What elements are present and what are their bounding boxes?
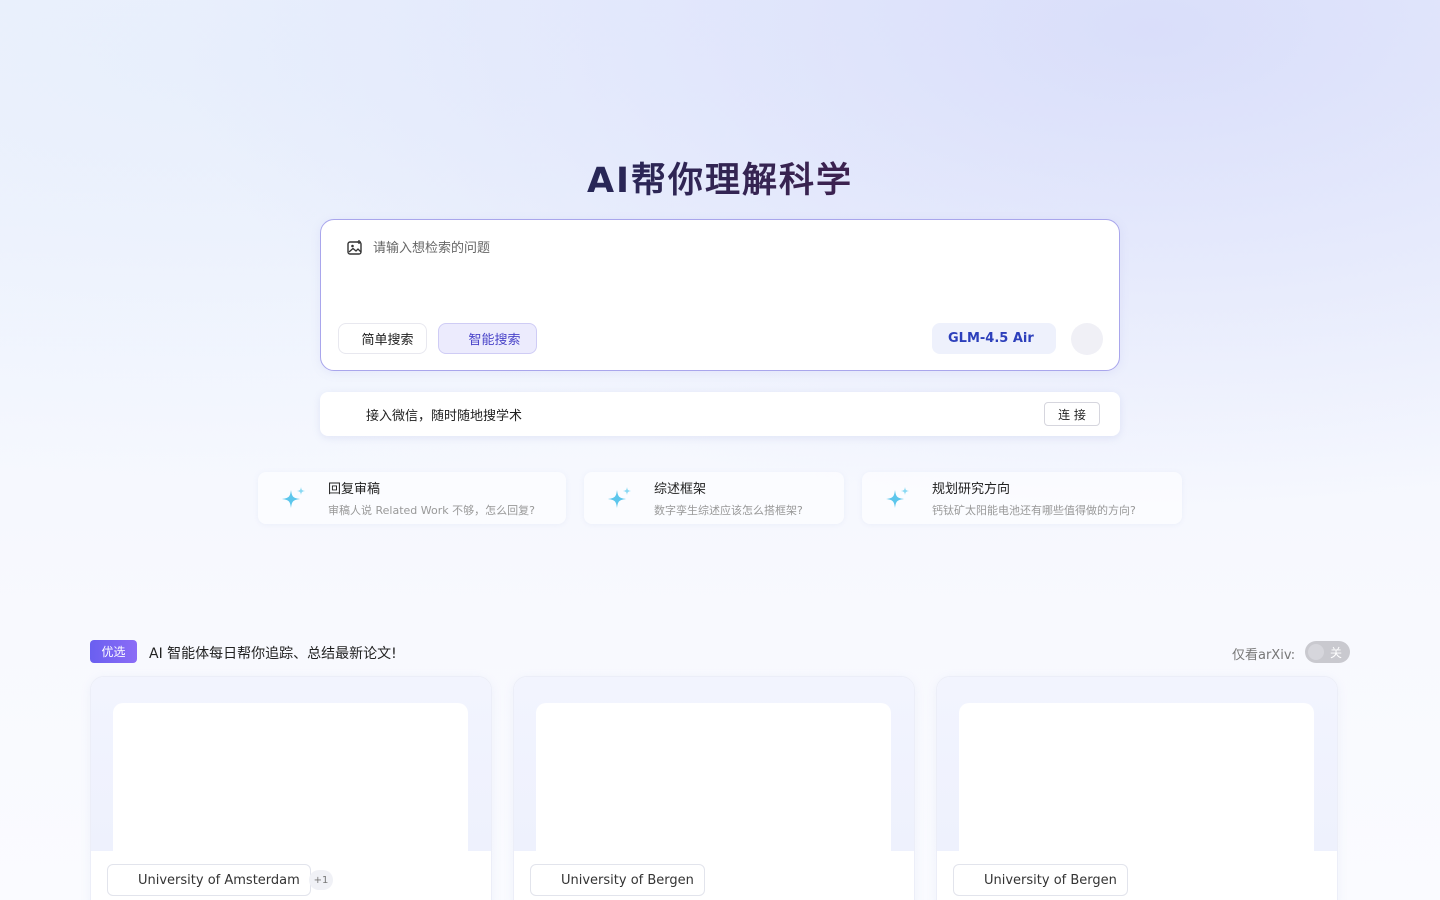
paper-card[interactable]: University of Bergen (513, 676, 915, 900)
card-preview (959, 703, 1314, 853)
suggestion-subtitle: 审稿人说 Related Work 不够，怎么回复? (328, 504, 535, 517)
smart-search-button[interactable]: 智能搜索 (438, 323, 537, 354)
sparkle-icon (882, 484, 912, 518)
suggestion-subtitle: 钙钛矿太阳能电池还有哪些值得做的方向? (932, 504, 1136, 517)
suggestion-title: 规划研究方向 (932, 482, 1011, 497)
send-button[interactable] (1071, 323, 1103, 355)
sparkle-icon (604, 484, 634, 518)
search-box[interactable]: 简单搜索 智能搜索 GLM-4.5 Air (320, 219, 1120, 371)
wechat-banner: 接入微信，随时随地搜学术 连 接 (320, 392, 1120, 436)
suggestion-title: 综述框架 (654, 482, 707, 497)
suggestion-subtitle: 数字孪生综述应该怎么搭框架? (654, 504, 803, 517)
sparkle-icon (278, 484, 308, 518)
simple-search-button[interactable]: 简单搜索 (338, 323, 427, 354)
model-selector[interactable]: GLM-4.5 Air (932, 323, 1056, 354)
more-institutions-badge[interactable]: +1 (309, 870, 333, 890)
institution-tag[interactable]: University of Bergen (953, 864, 1128, 896)
toggle-state-label: 关 (1329, 645, 1342, 660)
suggestion-card[interactable]: 规划研究方向 钙钛矿太阳能电池还有哪些值得做的方向? (862, 472, 1182, 524)
paper-card[interactable]: University of Bergen (936, 676, 1338, 900)
page-title: AI帮你理解科学 (0, 152, 1440, 203)
search-input[interactable] (373, 236, 1073, 260)
suggestion-card[interactable]: 回复审稿 审稿人说 Related Work 不够，怎么回复? (258, 472, 566, 524)
card-preview (536, 703, 891, 853)
feed-header: 优选 AI 智能体每日帮你追踪、总结最新论文! 仅看arXiv: 关 (90, 640, 1350, 664)
connect-button[interactable]: 连 接 (1044, 402, 1100, 426)
suggestion-title: 回复审稿 (328, 482, 381, 497)
arxiv-filter-label: 仅看arXiv: (1232, 648, 1296, 663)
institution-tag[interactable]: University of Bergen (530, 864, 705, 896)
arxiv-toggle[interactable]: 关 (1305, 641, 1350, 663)
card-preview (113, 703, 468, 853)
institution-tag[interactable]: University of Amsterdam (107, 864, 311, 896)
featured-badge: 优选 (90, 640, 137, 663)
suggestion-card[interactable]: 综述框架 数字孪生综述应该怎么搭框架? (584, 472, 844, 524)
feed-title: AI 智能体每日帮你追踪、总结最新论文! (149, 646, 397, 662)
wechat-text: 接入微信，随时随地搜学术 (366, 409, 523, 424)
paper-card[interactable]: University of Amsterdam +1 (90, 676, 492, 900)
toggle-knob (1308, 644, 1324, 660)
image-upload-icon[interactable] (341, 234, 369, 262)
